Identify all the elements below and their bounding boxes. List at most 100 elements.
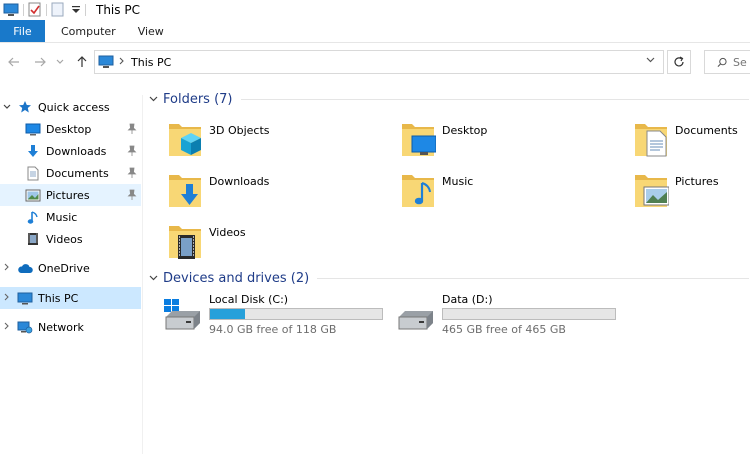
address-bar[interactable]: This PC xyxy=(94,50,664,74)
pictures-folder-icon xyxy=(633,169,670,213)
folder-downloads[interactable]: Downloads xyxy=(167,169,387,215)
sidebar-item-label: Network xyxy=(38,320,84,334)
folder-desktop[interactable]: Desktop xyxy=(400,118,620,164)
folder-label: Downloads xyxy=(209,175,270,188)
drive-usage-bar xyxy=(209,308,383,320)
sidebar-item-label: Pictures xyxy=(46,188,90,202)
tab-file[interactable]: File xyxy=(0,20,45,42)
3d-objects-icon xyxy=(167,118,203,162)
desktop-folder-icon xyxy=(400,118,437,162)
downloads-folder-icon xyxy=(167,169,203,213)
documents-icon xyxy=(24,165,42,181)
drive-free-space: 465 GB free of 465 GB xyxy=(442,323,566,336)
navigation-pane: Quick access Desktop Downloads Documents… xyxy=(0,95,143,454)
tab-view[interactable]: View xyxy=(130,20,178,42)
drive-usage-bar xyxy=(442,308,616,320)
window-title: This PC xyxy=(96,2,140,17)
drive-label: Local Disk (C:) xyxy=(209,293,289,306)
chevron-down-icon[interactable] xyxy=(149,94,163,105)
chevron-right-icon[interactable] xyxy=(0,263,14,274)
cloud-icon xyxy=(16,260,34,276)
pictures-icon xyxy=(24,187,42,203)
pin-icon[interactable] xyxy=(127,145,137,157)
sidebar-item-network[interactable]: Network xyxy=(0,316,141,338)
pin-icon[interactable] xyxy=(127,123,137,135)
this-pc-icon xyxy=(16,290,34,306)
drive-free-space: 94.0 GB free of 118 GB xyxy=(209,323,337,336)
desktop-icon xyxy=(24,121,42,137)
toolbar-separator xyxy=(46,3,47,16)
folder-label: Music xyxy=(442,175,474,188)
navigation-bar: This PC xyxy=(0,45,750,78)
music-icon xyxy=(24,209,42,225)
sidebar-item-label: Music xyxy=(46,210,78,224)
tab-computer[interactable]: Computer xyxy=(45,20,130,42)
sidebar-item-videos[interactable]: Videos xyxy=(0,228,141,250)
drive-local-disk-c[interactable]: Local Disk (C:) 94.0 GB free of 118 GB xyxy=(162,293,392,341)
folder-label: Desktop xyxy=(442,124,488,137)
folders-group-header[interactable]: Folders (7) xyxy=(149,89,749,109)
search-input[interactable] xyxy=(733,55,750,69)
pin-icon[interactable] xyxy=(127,189,137,201)
downloads-icon xyxy=(24,143,42,159)
this-pc-icon[interactable] xyxy=(3,2,19,18)
sidebar-item-label: Documents xyxy=(46,166,109,180)
search-box[interactable] xyxy=(704,50,750,74)
folder-label: Pictures xyxy=(675,175,719,188)
network-icon xyxy=(16,319,34,335)
forward-button[interactable] xyxy=(30,51,50,73)
back-button[interactable] xyxy=(4,51,24,73)
pin-icon[interactable] xyxy=(127,167,137,179)
sidebar-item-label: Desktop xyxy=(46,122,92,136)
chevron-right-icon[interactable] xyxy=(0,322,14,333)
folder-label: 3D Objects xyxy=(209,124,270,137)
chevron-down-icon[interactable] xyxy=(0,102,14,113)
refresh-button[interactable] xyxy=(667,50,691,74)
sidebar-item-onedrive[interactable]: OneDrive xyxy=(0,257,141,279)
folder-music[interactable]: Music xyxy=(400,169,620,215)
content-pane: Folders (7) 3D Objects Desktop Documents… xyxy=(145,80,750,454)
chevron-right-icon[interactable] xyxy=(119,57,125,68)
toolbar-separator xyxy=(85,3,86,16)
sidebar-item-label: Downloads xyxy=(46,144,107,158)
up-button[interactable] xyxy=(72,51,92,73)
toolbar-separator xyxy=(23,3,24,16)
music-folder-icon xyxy=(400,169,436,213)
windows-drive-icon xyxy=(162,299,202,333)
videos-icon xyxy=(24,231,42,247)
folder-3d-objects[interactable]: 3D Objects xyxy=(167,118,387,164)
sidebar-item-pictures[interactable]: Pictures xyxy=(0,184,141,206)
folder-pictures[interactable]: Pictures xyxy=(633,169,750,215)
recent-locations-button[interactable] xyxy=(54,51,66,73)
drive-data-d[interactable]: Data (D:) 465 GB free of 465 GB xyxy=(395,293,625,341)
sidebar-item-documents[interactable]: Documents xyxy=(0,162,141,184)
sidebar-item-label: OneDrive xyxy=(38,261,90,275)
sidebar-item-this-pc[interactable]: This PC xyxy=(0,287,141,309)
group-divider xyxy=(240,98,749,100)
back-arrow-icon xyxy=(8,57,19,67)
group-title: Devices and drives (2) xyxy=(163,270,310,286)
documents-folder-icon xyxy=(633,118,669,162)
group-divider xyxy=(317,277,749,279)
new-folder-icon[interactable] xyxy=(51,2,65,18)
folder-videos[interactable]: Videos xyxy=(167,220,387,266)
sidebar-item-label: This PC xyxy=(38,291,79,305)
chevron-down-icon xyxy=(56,59,64,64)
sidebar-item-quick-access[interactable]: Quick access xyxy=(0,96,141,118)
drives-group-header[interactable]: Devices and drives (2) xyxy=(149,268,749,288)
breadcrumb-this-pc[interactable]: This PC xyxy=(131,56,171,69)
ribbon-tabs: File Computer View xyxy=(0,20,750,43)
hard-drive-icon xyxy=(395,299,435,333)
sidebar-item-music[interactable]: Music xyxy=(0,206,141,228)
folder-documents[interactable]: Documents xyxy=(633,118,750,164)
properties-icon[interactable] xyxy=(28,2,42,18)
sidebar-item-downloads[interactable]: Downloads xyxy=(0,140,141,162)
sidebar-item-desktop[interactable]: Desktop xyxy=(0,118,141,140)
address-dropdown-icon[interactable] xyxy=(646,55,655,66)
chevron-down-icon[interactable] xyxy=(149,273,163,284)
group-title: Folders (7) xyxy=(163,91,233,107)
title-bar: This PC xyxy=(0,0,750,19)
chevron-right-icon[interactable] xyxy=(0,293,14,304)
drive-usage-fill xyxy=(210,309,245,319)
customize-toolbar-icon[interactable] xyxy=(71,2,81,18)
